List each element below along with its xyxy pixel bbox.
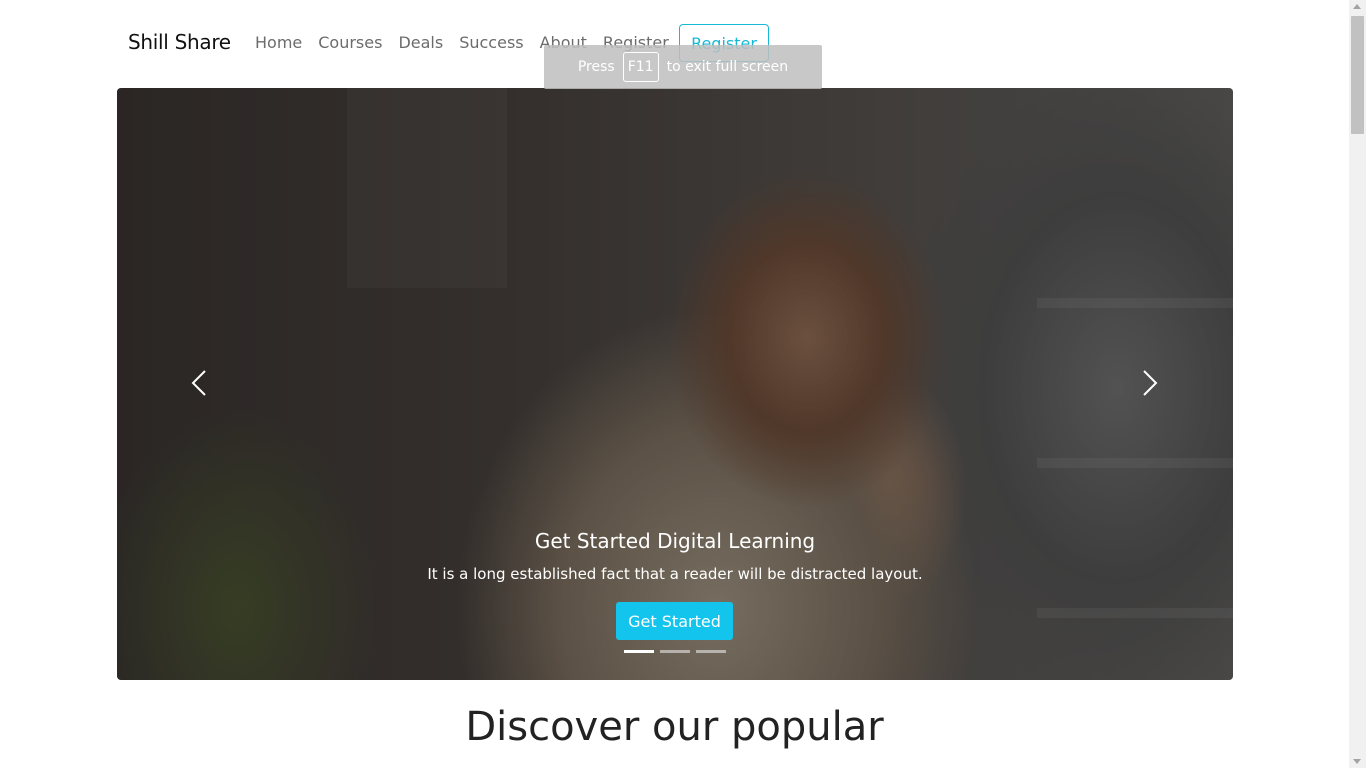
hero-text: It is a long established fact that a rea…	[427, 565, 923, 583]
scroll-down-arrow-icon[interactable]	[1353, 759, 1361, 764]
carousel-indicator-2[interactable]	[660, 650, 690, 653]
carousel-prev-control[interactable]	[188, 368, 212, 398]
nav-link-deals[interactable]: Deals	[398, 33, 443, 52]
brand-logo[interactable]: Shill Share	[128, 30, 231, 54]
hero-overlay	[117, 88, 1233, 680]
nav-link-home[interactable]: Home	[255, 33, 302, 52]
toast-key: F11	[622, 52, 659, 82]
chevron-left-icon	[191, 370, 206, 396]
nav-link-courses[interactable]: Courses	[318, 33, 382, 52]
carousel-indicator-3[interactable]	[696, 650, 726, 653]
carousel-next-control[interactable]	[1137, 368, 1161, 398]
hero-title: Get Started Digital Learning	[534, 529, 816, 553]
toast-suffix: to exit full screen	[666, 59, 789, 75]
carousel-indicator-1[interactable]	[624, 650, 654, 653]
toast-prefix: Press	[577, 59, 615, 75]
carousel-indicators	[624, 650, 726, 653]
fullscreen-toast: Press F11 to exit full screen	[544, 45, 822, 89]
scroll-thumb[interactable]	[1351, 16, 1364, 134]
section-title: Discover our popular	[465, 704, 884, 750]
get-started-button[interactable]: Get Started	[616, 602, 733, 640]
page-scrollbar[interactable]	[1349, 0, 1366, 768]
chevron-right-icon	[1143, 370, 1158, 396]
nav-link-success[interactable]: Success	[459, 33, 523, 52]
scroll-up-arrow-icon[interactable]	[1353, 4, 1361, 9]
hero-carousel: Get Started Digital Learning It is a lon…	[117, 88, 1233, 680]
